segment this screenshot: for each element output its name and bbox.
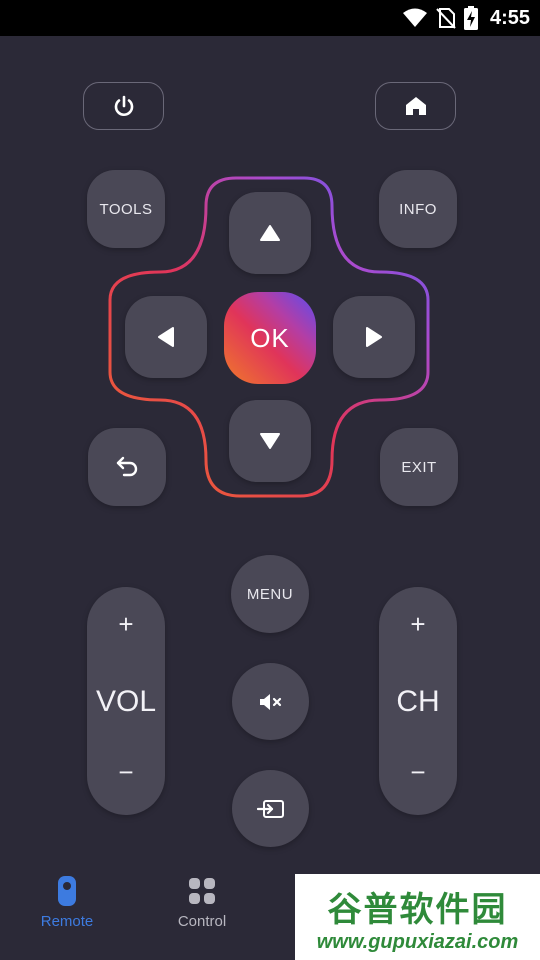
triangle-right-icon	[366, 327, 382, 347]
exit-label: EXIT	[401, 458, 437, 476]
watermark: 谷普软件园 www.gupuxiazai.com	[295, 874, 540, 960]
volume-label: VOL	[95, 685, 157, 718]
triangle-left-icon	[158, 327, 174, 347]
tools-button[interactable]: TOOLS	[87, 170, 165, 248]
exit-button[interactable]: EXIT	[380, 428, 458, 506]
dpad-up-button[interactable]	[229, 192, 311, 274]
channel-up-button[interactable]: +	[379, 609, 457, 640]
back-arrow-icon	[116, 456, 138, 477]
nav-label-control: Control	[177, 913, 227, 930]
ok-label: OK	[250, 322, 290, 353]
mute-icon	[259, 693, 281, 710]
menu-button[interactable]: MENU	[231, 555, 309, 633]
watermark-text: 谷普软件园	[327, 890, 508, 930]
channel-down-button[interactable]: −	[379, 757, 457, 788]
input-source-icon	[256, 799, 284, 818]
dpad-right-button[interactable]	[333, 296, 415, 378]
menu-label: MENU	[246, 585, 294, 603]
volume-down-button[interactable]: −	[87, 757, 165, 788]
ok-button[interactable]: OK	[224, 292, 316, 384]
grid-icon	[189, 878, 215, 904]
nav-label-remote: Remote	[40, 913, 94, 930]
info-button[interactable]: INFO	[379, 170, 457, 248]
tools-label: TOOLS	[99, 200, 153, 218]
triangle-down-icon	[260, 433, 280, 449]
volume-up-button[interactable]: +	[87, 609, 165, 640]
volume-rocker: + VOL −	[87, 587, 165, 815]
info-label: INFO	[399, 200, 437, 218]
dpad-down-button[interactable]	[229, 400, 311, 482]
input-source-button[interactable]	[232, 770, 309, 847]
channel-rocker: + CH −	[379, 587, 457, 815]
remote-icon	[58, 876, 76, 906]
nav-item-control[interactable]: Control	[137, 865, 267, 960]
channel-label: CH	[396, 685, 440, 718]
triangle-up-icon	[260, 225, 280, 241]
watermark-url: www.gupuxiazai.com	[316, 931, 519, 953]
back-button[interactable]	[88, 428, 166, 506]
nav-item-remote[interactable]: Remote	[2, 865, 132, 960]
dpad-left-button[interactable]	[125, 296, 207, 378]
mute-button[interactable]	[232, 663, 309, 740]
